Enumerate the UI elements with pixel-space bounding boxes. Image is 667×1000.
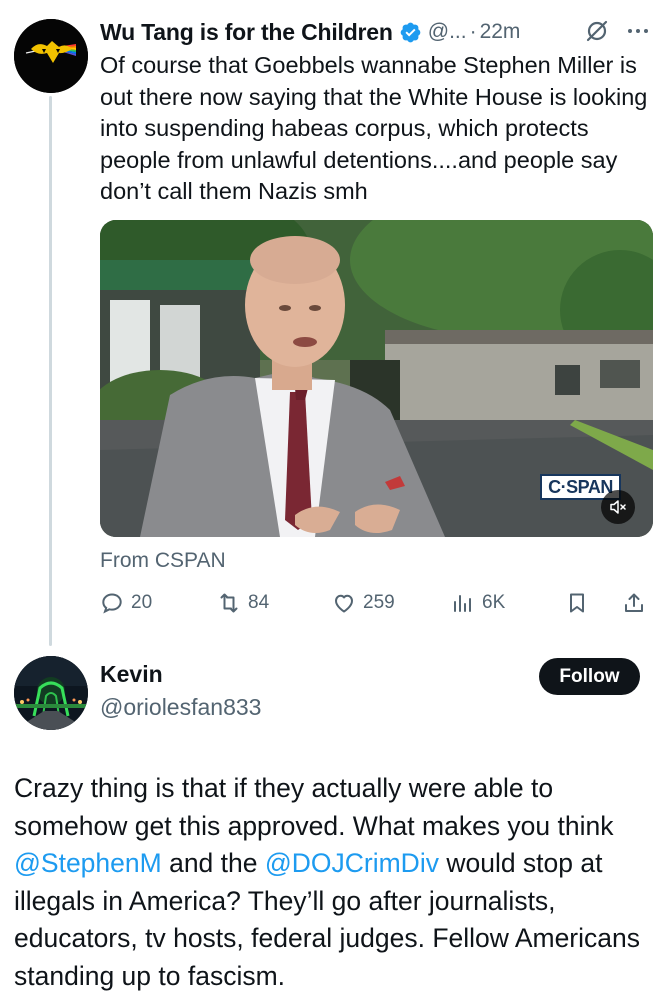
tweet-text: Of course that Goebbels wannabe Stephen … [100, 52, 648, 205]
tweet-header: Wu Tang is for the Children @... · 22m [100, 14, 660, 50]
bridge-at-night-avatar-image [14, 656, 88, 730]
like-icon [335, 594, 353, 613]
tweet-actions-bar: 20 84 259 6K [100, 586, 660, 620]
thread-connector-line [49, 96, 52, 646]
wu-tang-prism-avatar-image [14, 19, 88, 93]
reply-icon [102, 593, 122, 614]
retweet-button[interactable]: 84 [217, 586, 269, 620]
like-count: 259 [363, 592, 395, 613]
retweet-count: 84 [248, 592, 270, 613]
author-handle[interactable]: @... [428, 20, 467, 44]
avatar[interactable] [14, 19, 88, 93]
tweet-timestamp[interactable]: 22m [480, 20, 521, 44]
mute-button[interactable] [601, 490, 635, 524]
author-name[interactable]: Wu Tang is for the Children [100, 19, 393, 46]
mute-icon [610, 500, 626, 514]
follow-button[interactable]: Follow [539, 658, 640, 695]
grok-icon[interactable] [584, 18, 610, 44]
bookmark-icon [570, 593, 584, 613]
share-button[interactable] [622, 586, 646, 620]
mention-link-dojcrimdiv[interactable]: @DOJCrimDiv [265, 848, 439, 878]
reply-text: Crazy thing is that if they actually wer… [14, 770, 662, 995]
reply-text-part: Crazy thing is that if they actually wer… [14, 773, 614, 841]
reply-count: 20 [131, 592, 153, 613]
views-icon [454, 595, 471, 612]
reply-button[interactable]: 20 [100, 586, 152, 620]
reply-author-handle[interactable]: @oriolesfan833 [100, 694, 261, 721]
views-count: 6K [482, 592, 506, 613]
more-icon[interactable] [623, 16, 653, 46]
retweet-icon [220, 593, 238, 613]
media-source-label[interactable]: From CSPAN [100, 549, 226, 573]
bookmark-button[interactable] [565, 586, 589, 620]
reply-text-part: and the [161, 848, 265, 878]
reply-avatar[interactable] [14, 656, 88, 730]
views-button[interactable]: 6K [451, 586, 505, 620]
separator-dot: · [469, 20, 477, 43]
reply-author-name[interactable]: Kevin [100, 661, 163, 688]
verified-badge-icon [399, 21, 422, 44]
mention-link-stephenm[interactable]: @StephenM [14, 848, 162, 878]
like-button[interactable]: 259 [332, 586, 395, 620]
share-icon [625, 593, 643, 612]
